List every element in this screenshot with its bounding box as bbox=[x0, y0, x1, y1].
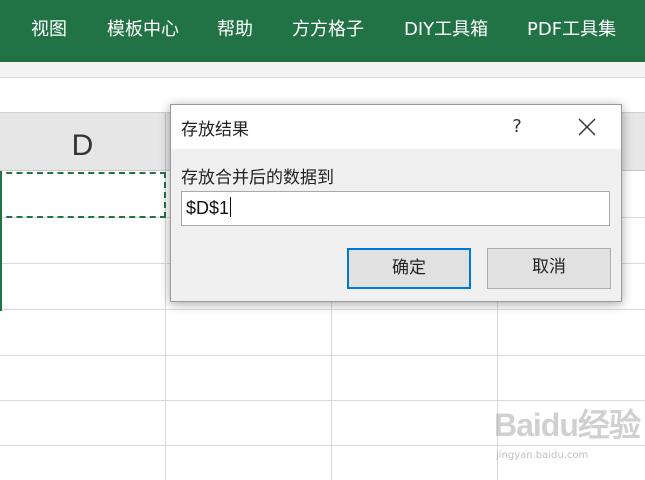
column-header-d[interactable]: D bbox=[0, 113, 166, 171]
grid-line bbox=[0, 309, 645, 310]
target-range-value: $D$1 bbox=[186, 198, 230, 218]
tab-template-center[interactable]: 模板中心 bbox=[107, 14, 179, 46]
dialog-title: 存放结果 bbox=[181, 120, 249, 140]
help-button[interactable]: ? bbox=[501, 111, 533, 143]
tab-fangfanggezi[interactable]: 方方格子 bbox=[292, 14, 364, 46]
close-button[interactable] bbox=[569, 111, 605, 143]
tab-pdf-tools[interactable]: PDF工具集 bbox=[527, 14, 616, 46]
column-letter: D bbox=[71, 129, 94, 162]
watermark-logo: Baidu经验 bbox=[494, 407, 641, 443]
dialog-titlebar[interactable]: 存放结果 ? bbox=[171, 105, 621, 149]
tab-view[interactable]: 视图 bbox=[31, 14, 67, 46]
text-caret bbox=[230, 197, 232, 217]
watermark-url: jingyan.baidu.com bbox=[496, 450, 589, 461]
baidu-jingyan-watermark: Baidu经验 jingyan.baidu.com bbox=[494, 400, 644, 470]
close-icon bbox=[578, 118, 596, 136]
ok-button[interactable]: 确定 bbox=[347, 248, 471, 289]
target-range-input[interactable]: $D$1 bbox=[181, 191, 610, 226]
save-result-dialog: 存放结果 ? 存放合并后的数据到 $D$1 确定 取消 bbox=[170, 104, 622, 302]
tab-help[interactable]: 帮助 bbox=[217, 14, 253, 46]
grid-line bbox=[0, 355, 645, 356]
ribbon-content-strip bbox=[0, 62, 645, 78]
tab-diy-toolbox[interactable]: DIY工具箱 bbox=[404, 14, 488, 46]
dialog-prompt-label: 存放合并后的数据到 bbox=[181, 168, 334, 188]
ribbon-menu-bar: 视图 模板中心 帮助 方方格子 DIY工具箱 PDF工具集 bbox=[0, 0, 645, 62]
cancel-button[interactable]: 取消 bbox=[487, 248, 611, 289]
copy-marquee-cell-d1[interactable] bbox=[0, 172, 166, 218]
